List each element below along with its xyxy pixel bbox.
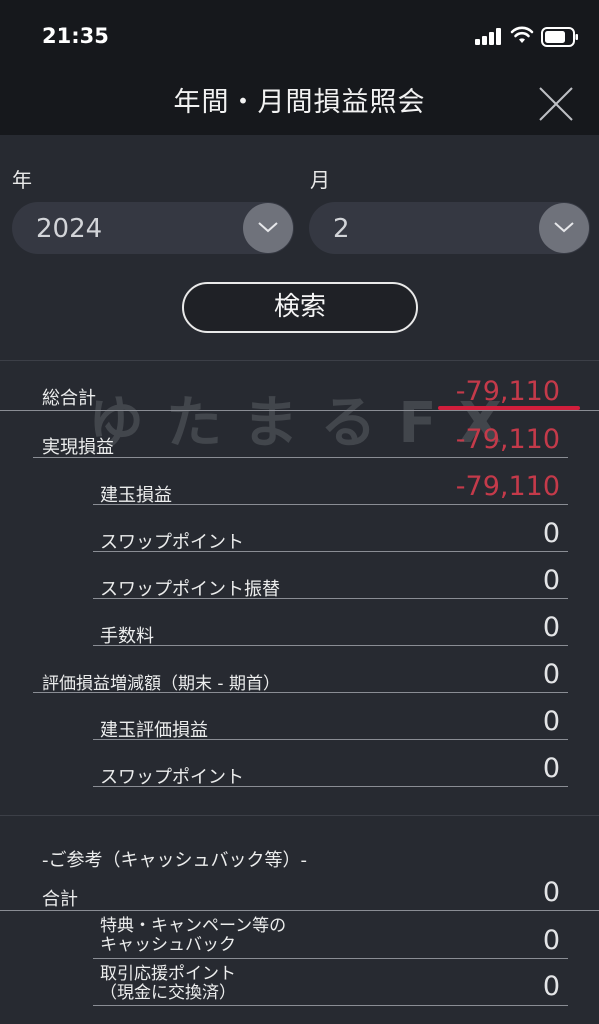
row-divider — [93, 504, 568, 505]
row-divider — [93, 598, 568, 599]
battery-icon — [541, 27, 578, 47]
month-dropdown-button[interactable] — [539, 203, 589, 253]
chevron-down-icon — [258, 222, 278, 233]
support-points-value: 0 — [542, 971, 560, 1002]
row-divider — [93, 645, 568, 646]
search-button[interactable]: 検索 — [182, 282, 418, 333]
signal-icon — [475, 28, 501, 45]
page-title: 年間・月間損益照会 — [173, 87, 426, 118]
row-divider — [93, 786, 568, 787]
year-label: 年 — [12, 168, 32, 192]
row-divider — [93, 958, 568, 959]
support-points-label-line1: 取引応援ポイント — [100, 964, 236, 984]
close-icon[interactable] — [536, 84, 576, 124]
cashback-label-line1: 特典・キャンペーン等の — [100, 916, 287, 936]
chevron-down-icon — [554, 222, 574, 233]
status-time: 21:35 — [42, 24, 109, 48]
cashback-value: 0 — [542, 925, 560, 956]
row-divider — [33, 692, 568, 693]
reference-total-value: 0 — [542, 877, 560, 908]
year-select[interactable]: 2024 — [12, 202, 294, 254]
realized-value: -79,110 — [455, 424, 560, 455]
support-points-label-line2: （現金に交換済） — [100, 983, 236, 1003]
row-divider — [93, 551, 568, 552]
total-value: -79,110 — [455, 376, 560, 407]
section-divider — [0, 360, 599, 361]
swap-transfer-value: 0 — [542, 565, 560, 596]
row-divider — [33, 457, 568, 458]
year-select-value: 2024 — [36, 214, 103, 244]
total-label: 総合計 — [42, 388, 96, 409]
row-divider — [0, 410, 599, 411]
wifi-icon — [510, 26, 534, 43]
month-label: 月 — [310, 168, 330, 192]
position-eval-value: 0 — [542, 706, 560, 737]
cashback-label-line2: キャッシュバック — [100, 935, 236, 955]
year-dropdown-button[interactable] — [243, 203, 293, 253]
fee-value: 0 — [542, 612, 560, 643]
month-select[interactable]: 2 — [309, 202, 590, 254]
section-divider — [0, 815, 599, 816]
position-pl-value: -79,110 — [455, 471, 560, 502]
month-select-value: 2 — [333, 214, 350, 244]
eval-change-value: 0 — [542, 659, 560, 690]
swap-value: 0 — [542, 518, 560, 549]
row-divider — [93, 1005, 568, 1006]
row-divider — [93, 739, 568, 740]
reference-heading: -ご参考（キャッシュバック等）- — [42, 850, 307, 871]
eval-swap-value: 0 — [542, 753, 560, 784]
eval-change-label: 評価損益増減額（期末 - 期首） — [42, 674, 280, 694]
reference-total-label: 合計 — [42, 889, 78, 910]
realized-label: 実現損益 — [42, 437, 114, 458]
row-divider — [0, 910, 599, 911]
